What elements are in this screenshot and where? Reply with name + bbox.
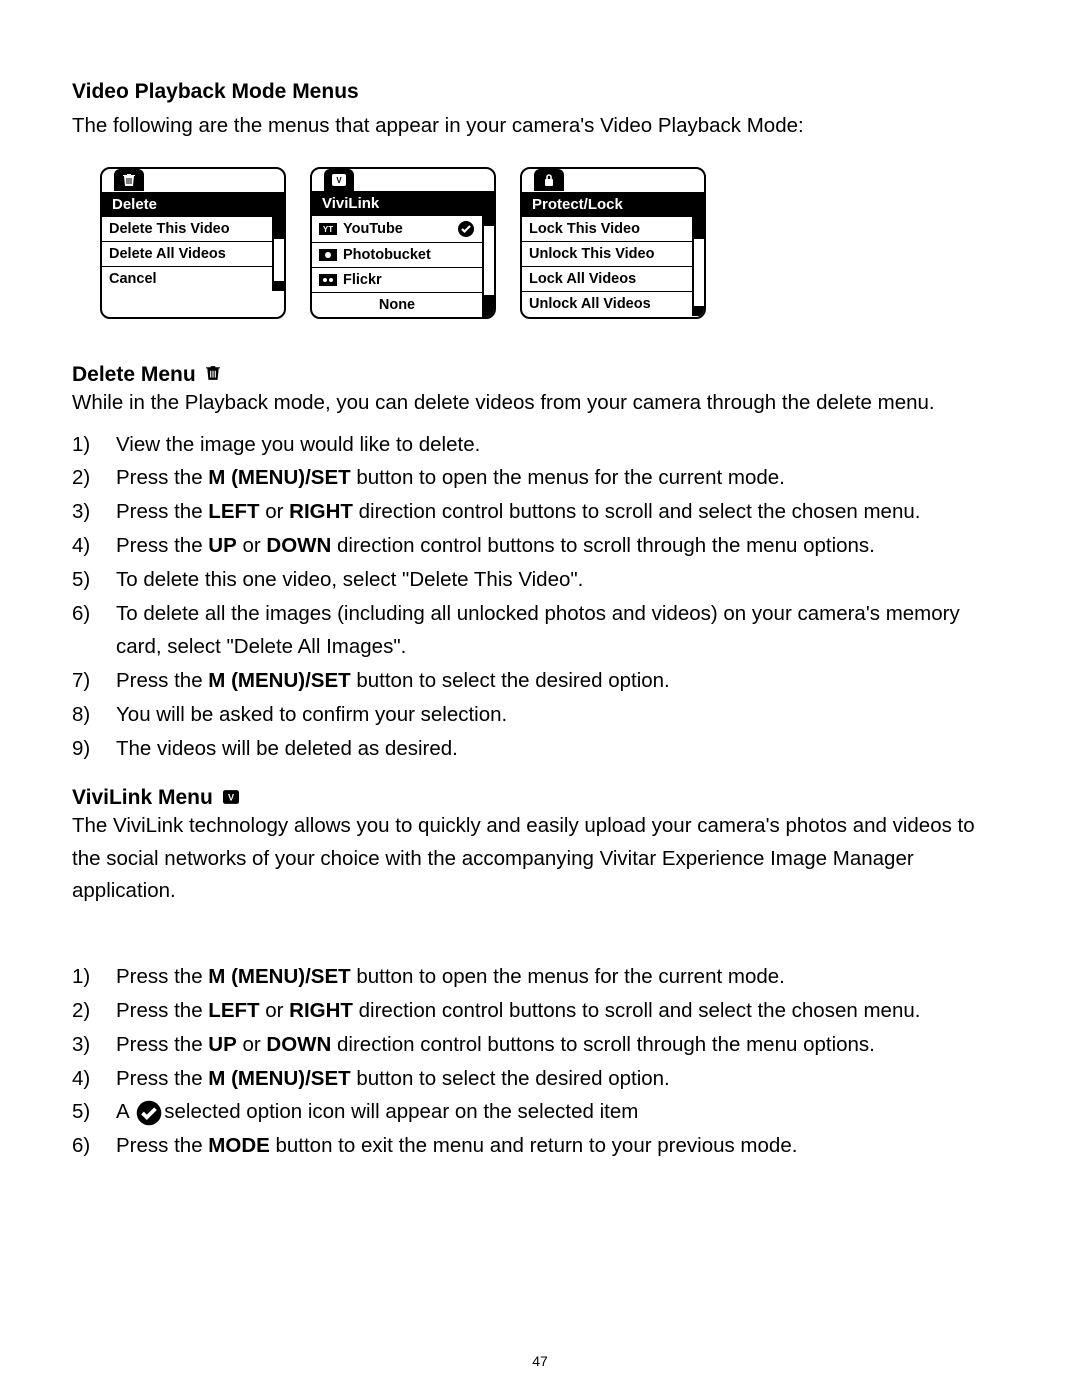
page-number: 47 (0, 1353, 1080, 1369)
vivilink-menu-header: V ViviLink (312, 169, 494, 216)
menu-item: None (312, 292, 482, 317)
menu-item: Cancel (102, 266, 272, 291)
menu-item-label: Delete This Video (109, 221, 230, 237)
delete-section: Delete Menu While in the Playback mode, … (72, 363, 1008, 766)
trash-icon (206, 363, 220, 387)
menu-item-label: Flickr (343, 272, 382, 288)
scrollbar (692, 217, 704, 316)
bold-text: LEFT (208, 999, 259, 1022)
bold-text: LEFT (208, 500, 259, 523)
step-item: Press the M (MENU)/SET button to select … (72, 664, 1008, 698)
selected-check-icon (457, 220, 475, 238)
delete-section-text: While in the Playback mode, you can dele… (72, 387, 1008, 420)
menu-item: Photobucket (312, 242, 482, 267)
check-circle-icon (136, 1100, 162, 1126)
delete-menu-title: Delete (102, 192, 284, 217)
delete-menu-items: Delete This Video Delete All Videos Canc… (102, 217, 272, 291)
menu-item-label: Photobucket (343, 247, 431, 263)
lock-icon (534, 169, 564, 191)
flickr-icon (319, 274, 337, 286)
scrollbar (272, 217, 284, 291)
menu-item-label: Unlock This Video (529, 246, 654, 262)
intro-text: The following are the menus that appear … (72, 110, 1008, 143)
vivilink-icon: V (223, 786, 239, 810)
bold-text: M (MENU)/SET (208, 669, 350, 692)
bold-text: M (MENU)/SET (208, 965, 350, 988)
menu-item: Flickr (312, 267, 482, 292)
step-item: View the image you would like to delete. (72, 428, 1008, 462)
delete-section-title-text: Delete Menu (72, 363, 196, 387)
menu-item: YT YouTube (312, 216, 482, 242)
step-item: Press the UP or DOWN direction control b… (72, 1028, 1008, 1062)
bold-text: RIGHT (289, 500, 353, 523)
menu-item-label: Cancel (109, 271, 157, 287)
menu-item: Delete This Video (102, 217, 272, 241)
photobucket-icon (319, 249, 337, 261)
vivilink-menu-preview: V ViviLink YT YouTube Photobucket Flickr (310, 167, 496, 319)
svg-text:V: V (228, 792, 235, 802)
menu-item: Unlock This Video (522, 241, 692, 266)
delete-steps: View the image you would like to delete.… (72, 428, 1008, 766)
vivilink-icon: V (324, 169, 354, 191)
bold-text: RIGHT (289, 999, 353, 1022)
menu-item: Lock All Videos (522, 266, 692, 291)
trash-icon (114, 169, 144, 191)
page-heading-text: Video Playback Mode Menus (72, 80, 359, 104)
svg-text:YT: YT (323, 225, 333, 234)
step-item: Press the LEFT or RIGHT direction contro… (72, 994, 1008, 1028)
vivilink-steps: Press the M (MENU)/SET button to open th… (72, 960, 1008, 1163)
step-item: To delete this one video, select "Delete… (72, 563, 1008, 597)
menu-item: Delete All Videos (102, 241, 272, 266)
bold-text: UP (208, 534, 236, 557)
delete-menu-header: Delete (102, 169, 284, 217)
bold-text: MODE (208, 1134, 270, 1157)
page-heading: Video Playback Mode Menus (72, 80, 1008, 104)
protect-menu-header: Protect/Lock (522, 169, 704, 217)
step-item: A selected option icon will appear on th… (72, 1095, 1008, 1129)
vivilink-menu-items: YT YouTube Photobucket Flickr None (312, 216, 482, 317)
bold-text: DOWN (266, 1033, 331, 1056)
step-item: You will be asked to confirm your select… (72, 698, 1008, 732)
menu-item: Unlock All Videos (522, 291, 692, 316)
menu-item-label: None (379, 297, 415, 313)
menu-item-label: Unlock All Videos (529, 296, 651, 312)
vivilink-menu-title: ViviLink (312, 191, 494, 216)
bold-text: M (MENU)/SET (208, 466, 350, 489)
step-item: To delete all the images (including all … (72, 597, 1008, 665)
vivilink-section: ViviLink Menu V The ViviLink technology … (72, 786, 1008, 1163)
menu-item-label: Delete All Videos (109, 246, 226, 262)
youtube-icon: YT (319, 223, 337, 235)
menu-item-label: YouTube (343, 221, 403, 237)
protect-menu-title: Protect/Lock (522, 192, 704, 217)
bold-text: UP (208, 1033, 236, 1056)
scrollbar (482, 216, 494, 317)
step-item: Press the M (MENU)/SET button to select … (72, 1062, 1008, 1096)
bold-text: M (MENU)/SET (208, 1067, 350, 1090)
delete-menu-preview: Delete Delete This Video Delete All Vide… (100, 167, 286, 319)
vivilink-section-title-text: ViviLink Menu (72, 786, 213, 810)
protect-menu-items: Lock This Video Unlock This Video Lock A… (522, 217, 692, 316)
step-item: The videos will be deleted as desired. (72, 732, 1008, 766)
vivilink-section-text: The ViviLink technology allows you to qu… (72, 810, 1008, 908)
bold-text: DOWN (266, 534, 331, 557)
menu-item-label: Lock All Videos (529, 271, 636, 287)
vivilink-section-title: ViviLink Menu V (72, 786, 1008, 810)
menu-previews-row: Delete Delete This Video Delete All Vide… (100, 167, 1008, 319)
svg-text:V: V (336, 176, 342, 185)
step-item: Press the LEFT or RIGHT direction contro… (72, 495, 1008, 529)
step-item: Press the MODE button to exit the menu a… (72, 1129, 1008, 1163)
menu-item-label: Lock This Video (529, 221, 640, 237)
delete-section-title: Delete Menu (72, 363, 1008, 387)
menu-item: Lock This Video (522, 217, 692, 241)
step-item: Press the M (MENU)/SET button to open th… (72, 960, 1008, 994)
step-item: Press the M (MENU)/SET button to open th… (72, 461, 1008, 495)
step-item: Press the UP or DOWN direction control b… (72, 529, 1008, 563)
protect-menu-preview: Protect/Lock Lock This Video Unlock This… (520, 167, 706, 319)
